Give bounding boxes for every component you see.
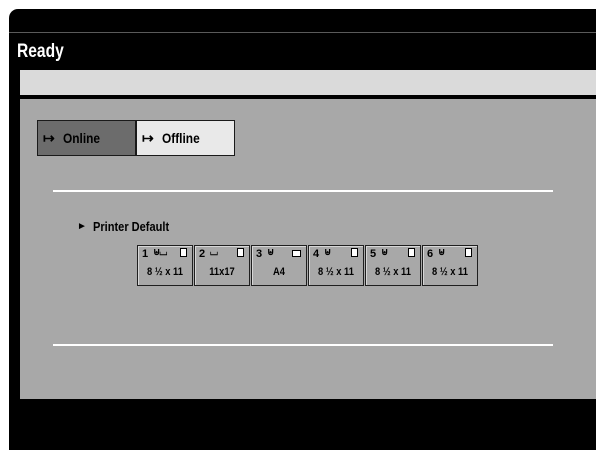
paper-portrait-icon [408,248,415,257]
arrow-bar-right-open-icon: ↦ [142,129,154,146]
tray-paper-size: 8 ½ x 11 [318,266,354,278]
section-divider-top [53,190,553,192]
tray-button-2[interactable]: 2 ⌴ 11x17 [194,245,250,286]
top-divider [9,32,596,33]
paper-landscape-icon [292,250,301,257]
tray-bin-icon: ⊎ [324,247,331,258]
tray-paper-size: 8 ½ x 11 [375,266,411,278]
printer-default-label: Printer Default [92,219,170,234]
tray-button-6[interactable]: 6 ⊎ 8 ½ x 11 [422,245,478,286]
offline-label: Offline [162,130,200,146]
paper-portrait-icon [351,248,358,257]
offline-button[interactable]: ↦ Offline [136,120,235,156]
printer-control-screen: Ready ↦ Online ↦ Offline ► Printer Defau… [9,9,596,450]
tray-bin-icon: ⌴ [210,247,218,258]
tray-bin-icon: ⊎ [381,247,388,258]
paper-portrait-icon [180,248,187,257]
tray-list: 1 ⊎⌴ 8 ½ x 11 2 ⌴ 11x17 3 ⊎ A4 4 ⊎ 8 ½ x… [137,245,478,286]
online-button[interactable]: ↦ Online [37,120,136,156]
bottom-bar [9,399,596,450]
tray-number: 4 [313,248,320,260]
tray-paper-size: 8 ½ x 11 [147,266,183,278]
paper-portrait-icon [237,248,244,257]
message-bar [20,70,596,95]
tray-paper-size: 8 ½ x 11 [432,266,468,278]
tray-button-4[interactable]: 4 ⊎ 8 ½ x 11 [308,245,364,286]
tray-bin-icon: ⊎⌴ [153,247,167,258]
main-panel: ↦ Online ↦ Offline ► Printer Default 1 ⊎… [20,99,596,399]
tray-number: 6 [427,248,434,260]
tray-paper-size: A4 [273,266,285,278]
arrow-bar-right-icon: ↦ [43,129,55,146]
pointer-right-icon: ► [77,221,87,232]
tray-paper-size: 11x17 [209,266,235,278]
tray-button-1[interactable]: 1 ⊎⌴ 8 ½ x 11 [137,245,193,286]
online-label: Online [63,130,101,146]
tray-button-5[interactable]: 5 ⊎ 8 ½ x 11 [365,245,421,286]
paper-portrait-icon [465,248,472,257]
tray-number: 3 [256,248,263,260]
tray-bin-icon: ⊎ [267,247,274,258]
tray-bin-icon: ⊎ [438,247,445,258]
status-text: Ready [17,41,64,62]
tray-button-3[interactable]: 3 ⊎ A4 [251,245,307,286]
tray-number: 5 [370,248,377,260]
section-divider-bottom [53,344,553,346]
tray-number: 1 [142,248,149,260]
tray-number: 2 [199,248,206,260]
printer-default-option[interactable]: ► Printer Default [77,219,182,234]
